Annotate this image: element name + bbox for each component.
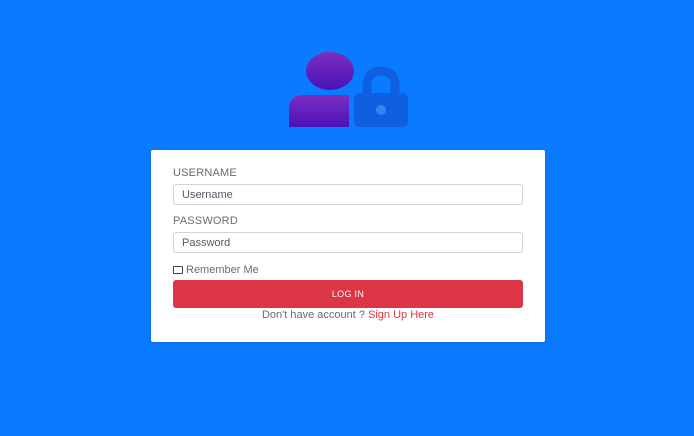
signup-link[interactable]: Sign Up Here: [368, 309, 434, 321]
username-input[interactable]: [173, 184, 523, 205]
remember-me-label: Remember Me: [186, 264, 259, 276]
remember-me-row[interactable]: Remember Me: [173, 264, 259, 276]
login-button[interactable]: LOG IN: [173, 280, 523, 308]
username-label: USERNAME: [173, 167, 237, 179]
password-label: PASSWORD: [173, 215, 238, 227]
user-lock-icon: [289, 52, 408, 127]
signup-prompt: Don't have account ?: [261, 309, 365, 321]
user-lock-logo: [287, 51, 411, 129]
signup-row: Don't have account ? Sign Up Here: [151, 309, 545, 321]
remember-me-checkbox[interactable]: [173, 266, 183, 274]
password-input[interactable]: [173, 232, 523, 253]
login-card: USERNAME PASSWORD Remember Me LOG IN Don…: [151, 150, 545, 342]
